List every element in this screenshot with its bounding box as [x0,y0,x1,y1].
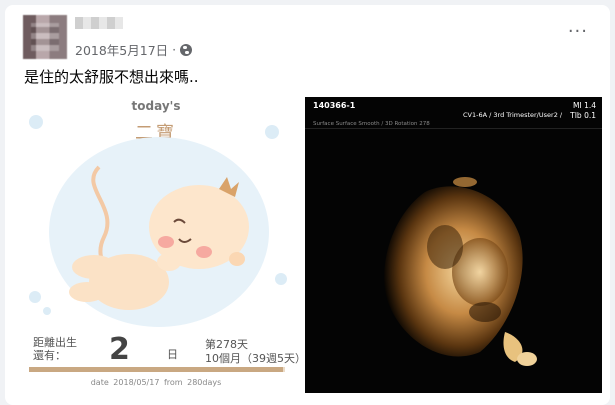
post-caption: 是住的太舒服不想出來嗎.. [24,68,199,86]
post-date[interactable]: 2018年5月17日 [75,40,168,59]
pregnancy-tracker-image[interactable]: today's 二寶 距離出生還有： 2 日 第278天 10個月（39週5天）… [9,97,303,393]
countdown-label: 距離出生還有： [33,336,77,362]
baby-illustration-icon [69,165,249,310]
today-label: today's [131,99,181,113]
pregnancy-weeks: 10個月（39週5天） [205,352,303,365]
ultrasound-image[interactable]: 140366-1 CV1-6A / 3rd Trimester/User2 / … [305,97,602,393]
post-card: 2018年5月17日 · ··· 是住的太舒服不想出來嗎.. today's 二… [5,5,610,405]
post-meta: 2018年5月17日 · [75,40,193,59]
ultrasound-3d-render [384,177,537,366]
meta-separator: · [172,42,177,57]
footer-date: date 2018/05/17 [90,378,160,387]
countdown-unit: 日 [167,348,178,361]
pregnancy-progress-fill [29,367,284,372]
pregnancy-progress-bar [29,367,285,372]
countdown-number: 2 [109,332,130,367]
avatar[interactable] [23,15,67,59]
countdown-stats: 距離出生還有： 2 日 第278天 10個月（39週5天） [29,332,303,368]
globe-icon[interactable] [180,43,193,56]
app-footer: date 2018/05/17 from 280days [9,378,303,387]
author-name-blurred[interactable] [75,17,123,29]
footer-from: from 280days [163,378,222,387]
more-options-icon[interactable]: ··· [568,23,588,41]
